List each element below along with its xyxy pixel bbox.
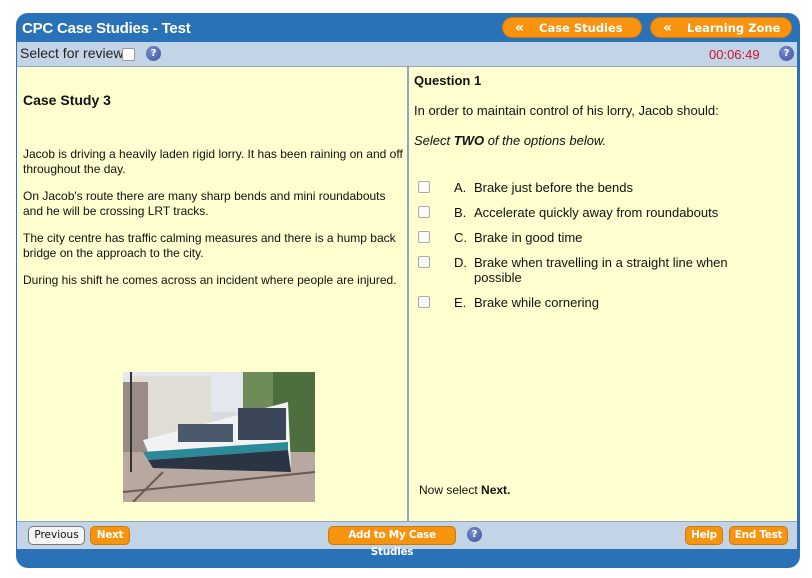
learning-zone-button[interactable]: « Learning Zone	[650, 17, 792, 38]
case-study-body: Jacob is driving a heavily laden rigid l…	[23, 147, 403, 300]
add-to-my-case-studies-button[interactable]: Add to My Case Studies	[328, 526, 456, 558]
help-icon[interactable]: ?	[467, 527, 482, 542]
question-instruction: Select TWO of the options below.	[414, 133, 606, 148]
option-letter: A.	[454, 180, 467, 195]
option-text: Brake while cornering	[474, 295, 600, 310]
tram-image	[123, 372, 315, 502]
hint-pre: Now select	[419, 483, 482, 497]
timer-help-icon[interactable]: ?	[779, 46, 794, 61]
option-letter: E.	[454, 295, 467, 310]
case-studies-button[interactable]: « Case Studies	[502, 17, 642, 38]
option-text: Accelerate quickly away from roundabouts	[474, 205, 719, 220]
option-a[interactable]: A. Brake just before the bends	[414, 180, 794, 205]
select-for-review-label: Select for review	[20, 45, 124, 61]
option-letter: C.	[454, 230, 467, 245]
panel-divider	[407, 67, 409, 521]
end-test-button[interactable]: End Test	[729, 526, 788, 545]
option-text: Brake just before the bends	[474, 180, 633, 195]
tram-photo	[123, 372, 315, 502]
help-button[interactable]: Help	[685, 526, 723, 545]
instruction-bold: TWO	[453, 133, 485, 148]
hint-bold: Next.	[481, 483, 511, 497]
question-title: Question 1	[414, 73, 482, 88]
option-checkbox[interactable]	[418, 256, 430, 268]
option-letter: D.	[454, 255, 467, 270]
option-text: Brake in good time	[474, 230, 583, 245]
instruction-pre: Select	[414, 133, 454, 148]
option-letter: B.	[454, 205, 467, 220]
double-chevron-left-icon: «	[663, 20, 673, 36]
option-b[interactable]: B. Accelerate quickly away from roundabo…	[414, 205, 794, 230]
content-area: Case Study 3 Jacob is driving a heavily …	[17, 67, 797, 521]
help-icon[interactable]: ?	[146, 46, 161, 61]
double-chevron-left-icon: «	[515, 20, 525, 36]
now-select-hint: Now select Next.	[419, 483, 510, 497]
app-title: CPC Case Studies - Test	[22, 20, 191, 37]
option-checkbox[interactable]	[418, 231, 430, 243]
instruction-post: of the options below.	[484, 133, 607, 148]
option-c[interactable]: C. Brake in good time	[414, 230, 794, 255]
review-bar: Select for review ? 00:06:49 ?	[17, 42, 797, 67]
timer: 00:06:49	[709, 47, 760, 62]
previous-button[interactable]: Previous	[28, 526, 85, 545]
option-checkbox[interactable]	[418, 296, 430, 308]
learning-zone-label: Learning Zone	[687, 21, 781, 35]
select-for-review-checkbox[interactable]	[122, 48, 135, 61]
case-studies-label: Case Studies	[539, 21, 623, 35]
option-checkbox[interactable]	[418, 206, 430, 218]
case-study-title: Case Study 3	[23, 92, 111, 108]
answer-options: A. Brake just before the bends B. Accele…	[414, 180, 794, 320]
question-text: In order to maintain control of his lorr…	[414, 103, 719, 118]
case-paragraph: On Jacob's route there are many sharp be…	[23, 189, 386, 218]
option-text: Brake when travelling in a straight line…	[474, 255, 728, 285]
next-button[interactable]: Next	[90, 526, 130, 545]
app-window: CPC Case Studies - Test « Case Studies «…	[16, 13, 800, 568]
option-e[interactable]: E. Brake while cornering	[414, 295, 794, 320]
case-paragraph: During his shift he comes across an inci…	[23, 273, 397, 287]
option-d[interactable]: D. Brake when travelling in a straight l…	[414, 255, 794, 295]
title-bar: CPC Case Studies - Test « Case Studies «…	[16, 13, 800, 42]
case-paragraph: The city centre has traffic calming meas…	[23, 231, 396, 260]
case-paragraph: Jacob is driving a heavily laden rigid l…	[23, 147, 403, 176]
option-checkbox[interactable]	[418, 181, 430, 193]
footer-bar: Previous Next Add to My Case Studies ? H…	[17, 521, 797, 558]
